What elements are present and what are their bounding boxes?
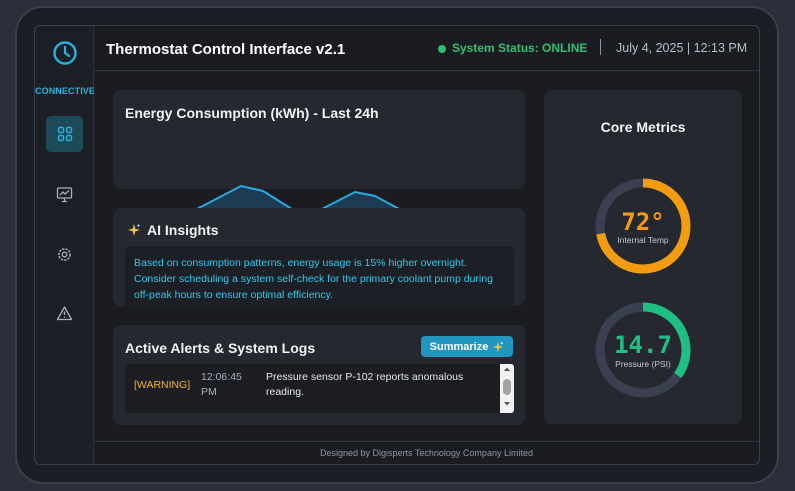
alerts-card: Active Alerts & System Logs Summarize [W… bbox=[113, 325, 525, 425]
energy-chart bbox=[192, 184, 404, 211]
log-time: 12:06:45 PM bbox=[201, 371, 242, 398]
system-status: System Status: ONLINE bbox=[452, 41, 588, 55]
scrollbar-arrows-icon bbox=[503, 367, 511, 406]
nav-settings[interactable] bbox=[46, 236, 83, 272]
nav-analytics[interactable] bbox=[46, 176, 83, 212]
app-title: Thermostat Control Interface v2.1 bbox=[106, 41, 346, 58]
summarize-label: Summarize bbox=[429, 340, 489, 353]
ai-insights-card: AI Insights Based on consumption pattern… bbox=[113, 208, 525, 306]
sidebar: CONNECTIVE bbox=[35, 26, 96, 464]
settings-gear-icon bbox=[58, 247, 71, 261]
sparkle-icon bbox=[128, 223, 141, 236]
divider bbox=[600, 39, 601, 55]
log-message: Pressure sensor P-102 reports anomalous … bbox=[266, 371, 464, 398]
sparkle-icon bbox=[493, 340, 504, 352]
summarize-button[interactable]: Summarize bbox=[421, 336, 513, 357]
status-online-icon bbox=[438, 45, 446, 53]
datetime: July 4, 2025 | 12:13 PM bbox=[616, 41, 747, 55]
chart-board-icon bbox=[56, 186, 73, 202]
insight-text: Based on consumption patterns, energy us… bbox=[125, 246, 514, 306]
alerts-title: Active Alerts & System Logs bbox=[125, 340, 316, 356]
screen: CONNECTIVE Thermostat Control Interface … bbox=[34, 25, 760, 465]
energy-title: Energy Consumption (kWh) - Last 24h bbox=[125, 105, 379, 121]
log-list[interactable]: [WARNING] 12:06:45 PM Pressure sensor P-… bbox=[125, 364, 514, 413]
datetime-divider: | bbox=[686, 41, 694, 55]
date: July 4, 2025 bbox=[616, 41, 684, 55]
log-scrollbar[interactable] bbox=[500, 364, 514, 413]
header: Thermostat Control Interface v2.1 System… bbox=[94, 26, 759, 71]
dashboard-grid-icon bbox=[57, 126, 72, 142]
nav-alerts[interactable] bbox=[46, 295, 83, 331]
nav-dashboard[interactable] bbox=[46, 116, 83, 152]
clock-icon bbox=[53, 41, 77, 65]
temp-label: Internal Temp bbox=[617, 235, 669, 245]
pressure-value: 14.7 bbox=[614, 331, 672, 359]
brand-name: CONNECTIVE bbox=[35, 86, 96, 96]
footer: Designed by Digisperts Technology Compan… bbox=[94, 441, 759, 464]
insights-title: AI Insights bbox=[147, 222, 219, 238]
time: 12:13 PM bbox=[693, 41, 748, 55]
warning-triangle-icon bbox=[56, 305, 73, 320]
temp-value: 72° bbox=[621, 208, 665, 236]
metrics-title: Core Metrics bbox=[600, 119, 686, 135]
log-level: [WARNING] bbox=[134, 379, 191, 391]
core-metrics-card: Core Metrics 72° Internal Temp 14.7 Pres… bbox=[544, 90, 742, 424]
pressure-label: Pressure (PSI) bbox=[615, 359, 671, 369]
energy-card: Energy Consumption (kWh) - Last 24h bbox=[113, 90, 525, 189]
